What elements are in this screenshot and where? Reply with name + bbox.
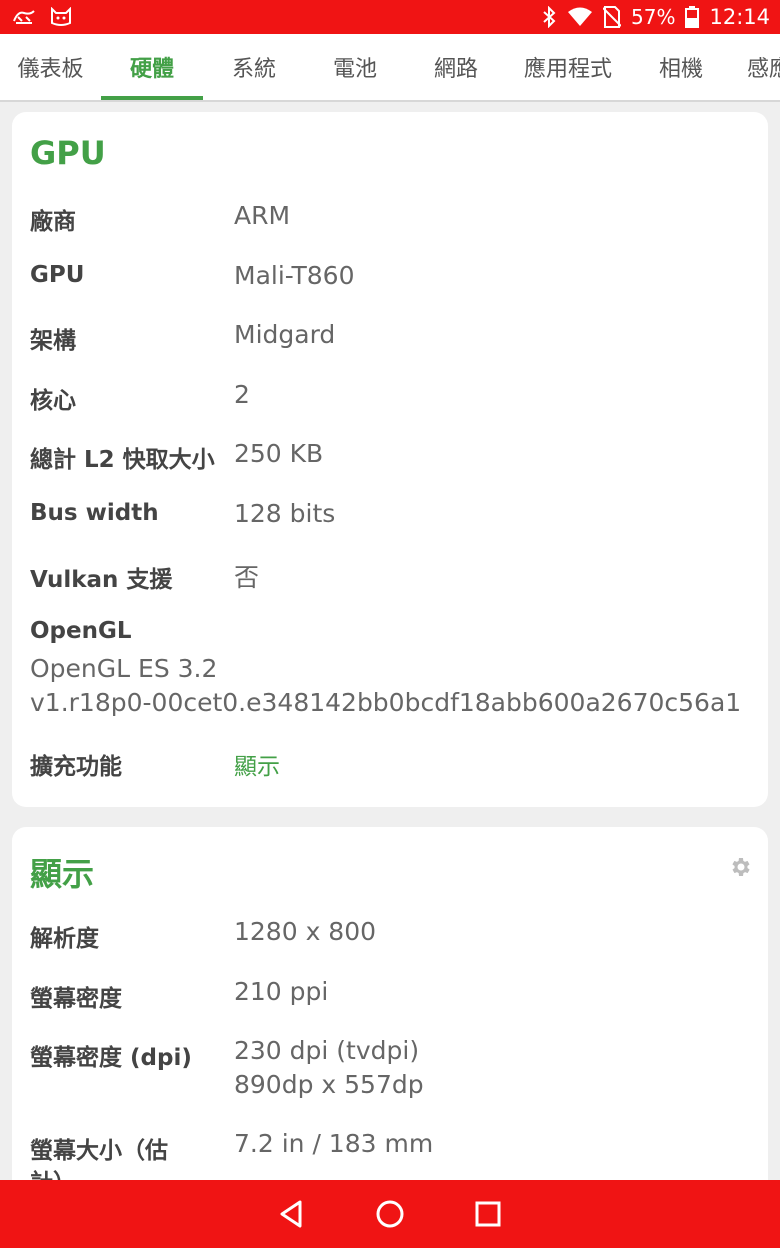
row-screen-size-label: 螢幕大小（估 <box>30 1138 168 1164</box>
row-cores-label: 核心 <box>30 388 76 414</box>
row-resolution-value: 1280 x 800 <box>234 917 377 946</box>
gear-icon[interactable] <box>728 855 752 879</box>
row-density-dpi-value: 230 dpi (tvdpi) <box>234 1036 420 1065</box>
no-sim-icon <box>603 6 622 28</box>
row-vulkan-value: 否 <box>234 563 260 592</box>
row-screen-size-label-cont: 計） <box>30 1163 76 1180</box>
content-scroll[interactable]: GPU 廠商 ARM GPU Mali-T860 架構 Midgard 核心 2… <box>0 102 780 1180</box>
tab-battery[interactable]: 電池 <box>305 34 405 100</box>
tab-sensors[interactable]: 感應 <box>733 34 780 100</box>
app-notification-icon <box>13 10 35 24</box>
row-density-label: 螢幕密度 <box>30 986 122 1012</box>
active-tab-indicator <box>101 96 203 100</box>
tab-camera[interactable]: 相機 <box>629 34 733 100</box>
battery-percent: 57% <box>631 5 676 29</box>
status-bar: 57% 12:14 <box>0 0 780 34</box>
row-l2-cache-value: 250 KB <box>234 439 324 468</box>
row-architecture-label: 架構 <box>30 328 76 354</box>
row-density-value: 210 ppi <box>234 977 329 1006</box>
row-screen-size-value: 7.2 in / 183 mm <box>234 1129 434 1158</box>
row-vendor-label: 廠商 <box>30 209 76 235</box>
row-vulkan-label: Vulkan 支援 <box>30 567 173 593</box>
row-vendor-value: ARM <box>234 201 291 230</box>
row-resolution-label: 解析度 <box>30 926 99 952</box>
home-icon[interactable] <box>374 1198 406 1230</box>
row-bus-width-label: Bus width <box>30 500 159 526</box>
display-card-title: 顯示 <box>30 855 95 893</box>
row-opengl-driver: v1.r18p0-00cet0.e348142bb0bcdf18abb600a2… <box>30 688 742 717</box>
display-card: 顯示 解析度 1280 x 800 螢幕密度 210 ppi 螢幕密度 (dpi… <box>12 827 768 1180</box>
gpu-card: GPU 廠商 ARM GPU Mali-T860 架構 Midgard 核心 2… <box>12 112 768 807</box>
row-cores-value: 2 <box>234 380 250 409</box>
wifi-icon <box>568 7 593 26</box>
tab-dashboard[interactable]: 儀表板 <box>0 34 101 100</box>
row-gpu-label: GPU <box>30 262 85 288</box>
cat-face-icon <box>51 7 71 26</box>
back-icon[interactable] <box>276 1198 308 1230</box>
tab-hardware[interactable]: 硬體 <box>101 34 203 100</box>
tab-network[interactable]: 網路 <box>405 34 507 100</box>
clock: 12:14 <box>709 5 770 29</box>
recents-icon[interactable] <box>472 1198 504 1230</box>
row-opengl-version: OpenGL ES 3.2 <box>30 654 218 683</box>
battery-icon <box>685 6 700 28</box>
row-l2-cache-label: 總計 L2 快取大小 <box>30 447 215 473</box>
tab-system[interactable]: 系統 <box>203 34 305 100</box>
row-architecture-value: Midgard <box>234 320 336 349</box>
row-density-dp-value: 890dp x 557dp <box>234 1070 424 1099</box>
navigation-bar <box>0 1180 780 1248</box>
row-density-dpi-label: 螢幕密度 (dpi) <box>30 1045 192 1071</box>
row-opengl-label: OpenGL <box>30 618 132 644</box>
gpu-card-title: GPU <box>30 134 106 172</box>
bluetooth-icon <box>543 6 556 28</box>
show-extensions-link[interactable]: 顯示 <box>234 747 280 781</box>
row-extensions-label: 擴充功能 <box>30 754 122 780</box>
row-gpu-value: Mali-T860 <box>234 261 355 290</box>
tab-apps[interactable]: 應用程式 <box>507 34 629 100</box>
row-bus-width-value: 128 bits <box>234 499 336 528</box>
tab-bar: 儀表板 硬體 系統 電池 網路 應用程式 相機 感應 <box>0 34 780 102</box>
